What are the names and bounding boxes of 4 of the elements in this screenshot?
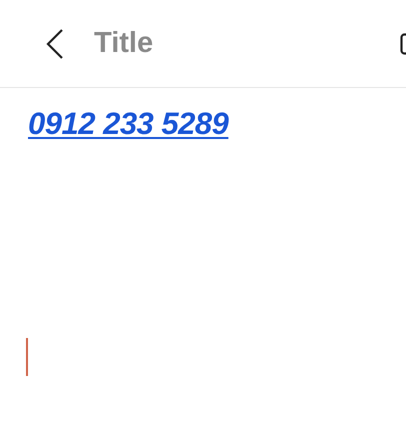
back-icon[interactable] xyxy=(44,28,66,60)
text-cursor xyxy=(26,338,28,376)
phone-link[interactable]: 0912 233 5289 xyxy=(28,106,228,142)
page-title: Title xyxy=(94,27,154,60)
